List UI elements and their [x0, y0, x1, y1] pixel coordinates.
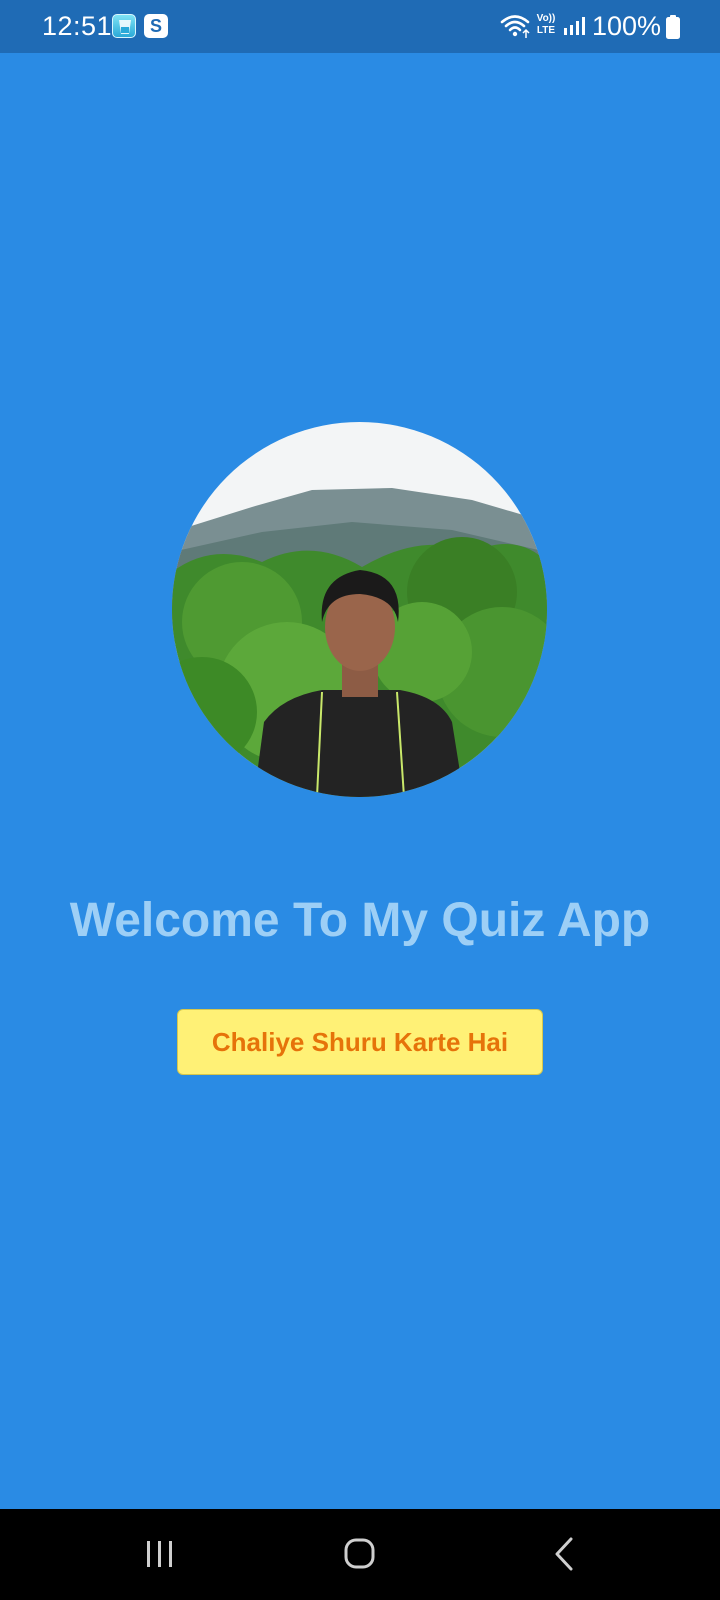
battery-icon: [666, 15, 680, 39]
navigation-bar: [0, 1509, 720, 1600]
status-bar: 12:51 S Vo)) LTE 100%: [0, 0, 720, 53]
home-icon[interactable]: [330, 1529, 390, 1579]
wifi-icon: [500, 15, 530, 38]
welcome-title: Welcome To My Quiz App: [69, 894, 651, 947]
s-message-app-icon: S: [144, 14, 168, 38]
recents-icon[interactable]: [130, 1529, 190, 1579]
signal-icon: [564, 17, 585, 35]
start-quiz-button[interactable]: Chaliye Shuru Karte Hai: [177, 1009, 543, 1075]
back-icon[interactable]: [535, 1529, 595, 1579]
profile-photo: [172, 422, 547, 797]
water-reminder-app-icon: [112, 14, 136, 38]
status-time: 12:51: [42, 11, 113, 41]
volte-top-label: Vo)): [536, 13, 556, 24]
battery-percent: 100%: [592, 11, 662, 41]
volte-icon: Vo)) LTE: [534, 13, 558, 37]
volte-bottom-label: LTE: [536, 25, 556, 36]
